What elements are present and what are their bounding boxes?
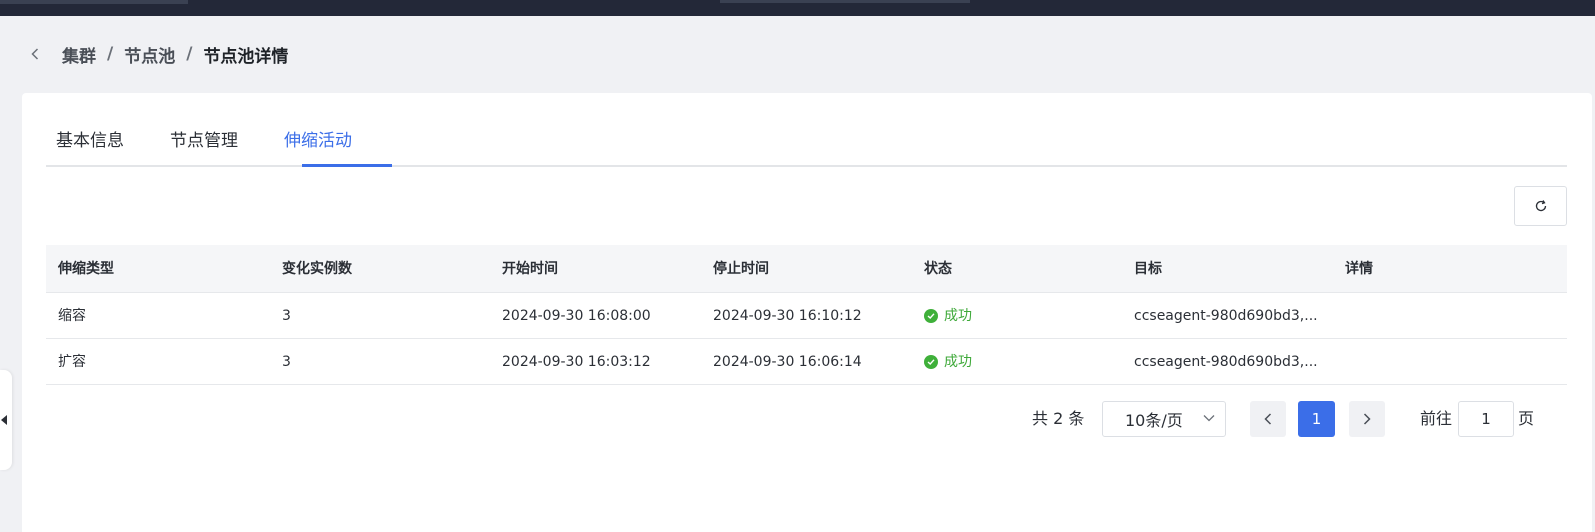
breadcrumb-item-node-pool[interactable]: 节点池 [124,42,175,67]
breadcrumb-separator: / [186,44,193,64]
tab-bar: 基本信息 节点管理 伸缩活动 [46,123,1567,167]
pagination: 共 2 条 10条/页 1 前往 页 [22,401,1592,437]
sidebar-collapse-handle[interactable] [0,370,12,470]
prev-page-button[interactable] [1250,401,1286,437]
check-circle-icon [924,355,938,369]
page-number-button[interactable]: 1 [1298,401,1335,437]
cell-stop-time: 2024-09-30 16:10:12 [713,308,862,324]
cell-scaling-type: 扩容 [58,354,86,370]
page-unit-label: 页 [1518,409,1535,428]
breadcrumb-separator: / [107,44,114,64]
total-count: 共 2 条 [1032,409,1085,428]
cell-stop-time: 2024-09-30 16:06:14 [713,354,862,370]
breadcrumb-item-cluster[interactable]: 集群 [62,42,96,67]
table-row: 扩容 3 2024-09-30 16:03:12 2024-09-30 16:0… [46,339,1567,385]
scaling-activity-table: 伸缩类型 变化实例数 开始时间 停止时间 状态 目标 详情 缩容 3 2024-… [46,245,1567,385]
cell-start-time: 2024-09-30 16:08:00 [502,308,651,324]
table-header: 伸缩类型 变化实例数 开始时间 停止时间 状态 目标 详情 [46,245,1567,293]
column-header-detail: 详情 [1345,261,1373,277]
cell-target: ccseagent-980d690bd3,... [1134,308,1318,324]
breadcrumb-item-node-pool-detail: 节点池详情 [203,46,289,67]
next-page-button[interactable] [1349,401,1385,437]
cell-status: 成功 [924,339,972,385]
cell-scaling-type: 缩容 [58,308,86,324]
cell-status: 成功 [924,293,972,339]
cell-instance-change: 3 [282,354,291,370]
check-circle-icon [924,309,938,323]
column-header-start-time: 开始时间 [502,261,558,277]
cell-instance-change: 3 [282,308,291,324]
top-nav-segment [0,0,188,4]
table-row: 缩容 3 2024-09-30 16:08:00 2024-09-30 16:1… [46,293,1567,339]
top-nav-bar [0,0,1595,16]
refresh-button[interactable] [1514,186,1567,226]
chevron-down-icon [1203,415,1215,422]
caret-left-icon [1,415,7,425]
column-header-instance-change: 变化实例数 [282,261,352,277]
content-card: 基本信息 节点管理 伸缩活动 伸缩类型 变化实例数 开始时间 停止时间 状态 目… [22,93,1592,532]
chevron-left-icon[interactable] [28,47,42,61]
refresh-icon [1535,200,1546,212]
page-size-value: 10条/页 [1125,411,1183,430]
cell-target: ccseagent-980d690bd3,... [1134,354,1318,370]
status-text: 成功 [944,354,972,370]
cell-start-time: 2024-09-30 16:03:12 [502,354,651,370]
chevron-left-icon [1264,413,1272,425]
column-header-status: 状态 [924,261,952,277]
top-nav-segment [720,0,970,3]
column-header-scaling-type: 伸缩类型 [58,261,114,277]
tab-basic-info[interactable]: 基本信息 [56,123,124,167]
tab-node-management[interactable]: 节点管理 [170,123,238,167]
breadcrumb: 集群 / 节点池 / 节点池详情 [28,40,288,68]
chevron-right-icon [1363,413,1371,425]
column-header-stop-time: 停止时间 [713,261,769,277]
goto-label: 前往 [1420,409,1453,428]
column-header-target: 目标 [1134,261,1162,277]
goto-page-input[interactable] [1458,401,1514,437]
tab-scaling-activity[interactable]: 伸缩活动 [284,123,352,167]
status-text: 成功 [944,308,972,324]
page-size-select[interactable]: 10条/页 [1102,401,1226,437]
active-tab-indicator [302,164,392,167]
